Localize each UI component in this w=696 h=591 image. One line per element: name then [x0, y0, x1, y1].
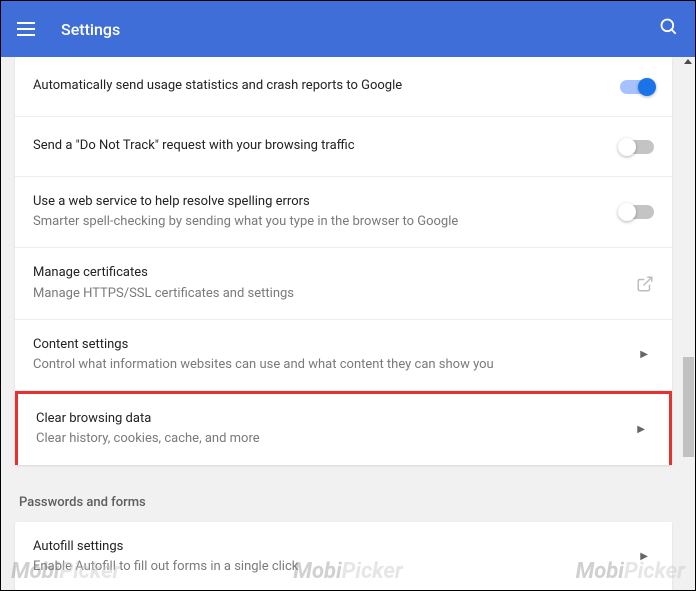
settings-content: Automatically send usage statistics and …	[1, 57, 682, 590]
setting-text: Autofill settings Enable Autofill to fil…	[33, 538, 634, 576]
row-spell-check[interactable]: Use a web service to help resolve spelli…	[15, 177, 672, 248]
scrollbar-up-icon[interactable]	[684, 59, 692, 64]
menu-icon[interactable]	[17, 17, 41, 41]
setting-desc: Smarter spell-checking by sending what y…	[33, 213, 604, 231]
setting-text: Automatically send usage statistics and …	[33, 77, 620, 95]
setting-title: Manage certificates	[33, 264, 620, 282]
setting-desc: Control what information websites can us…	[33, 356, 618, 374]
section-passwords-forms: Passwords and forms	[15, 485, 672, 522]
setting-text: Use a web service to help resolve spelli…	[33, 193, 620, 231]
app-header: Settings	[1, 1, 695, 57]
content-wrapper: Automatically send usage statistics and …	[1, 57, 695, 590]
setting-text: Content settings Control what informatio…	[33, 336, 634, 374]
row-clear-browsing-data[interactable]: Clear browsing data Clear history, cooki…	[15, 391, 672, 464]
setting-text: Manage certificates Manage HTTPS/SSL cer…	[33, 264, 636, 302]
search-icon[interactable]	[659, 17, 679, 41]
setting-title: Content settings	[33, 336, 618, 354]
row-content-settings[interactable]: Content settings Control what informatio…	[15, 320, 672, 391]
row-do-not-track[interactable]: Send a "Do Not Track" request with your …	[15, 117, 672, 177]
external-link-icon	[636, 275, 654, 293]
row-usage-stats[interactable]: Automatically send usage statistics and …	[15, 57, 672, 117]
toggle-spell-check[interactable]	[620, 205, 654, 219]
toggle-do-not-track[interactable]	[620, 140, 654, 154]
setting-title: Autofill settings	[33, 538, 618, 556]
passwords-card: Autofill settings Enable Autofill to fil…	[15, 522, 672, 591]
chevron-right-icon: ▶	[631, 424, 651, 435]
toggle-usage-stats[interactable]	[620, 80, 654, 94]
setting-title: Automatically send usage statistics and …	[33, 77, 604, 95]
scrollbar-thumb[interactable]	[683, 357, 694, 457]
setting-title: Clear browsing data	[36, 410, 615, 428]
setting-title: Use a web service to help resolve spelli…	[33, 193, 604, 211]
setting-text: Send a "Do Not Track" request with your …	[33, 137, 620, 155]
setting-desc: Manage HTTPS/SSL certificates and settin…	[33, 285, 620, 303]
chevron-right-icon: ▶	[634, 349, 654, 360]
setting-text: Clear browsing data Clear history, cooki…	[36, 410, 631, 448]
setting-desc: Enable Autofill to fill out forms in a s…	[33, 558, 618, 576]
row-autofill-settings[interactable]: Autofill settings Enable Autofill to fil…	[15, 522, 672, 591]
scrollbar[interactable]	[682, 57, 695, 590]
setting-desc: Clear history, cookies, cache, and more	[36, 430, 615, 448]
setting-title: Send a "Do Not Track" request with your …	[33, 137, 604, 155]
chevron-right-icon: ▶	[634, 551, 654, 562]
privacy-card: Automatically send usage statistics and …	[15, 57, 672, 465]
row-manage-certificates[interactable]: Manage certificates Manage HTTPS/SSL cer…	[15, 248, 672, 319]
page-title: Settings	[61, 20, 659, 39]
